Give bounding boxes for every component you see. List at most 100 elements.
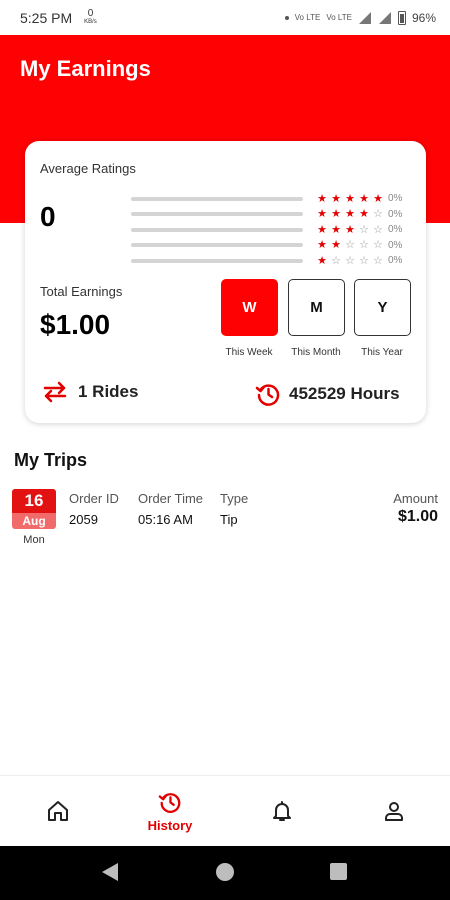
- signal-1-icon: [358, 11, 371, 24]
- total-earnings-label: Total Earnings: [40, 284, 123, 299]
- page-title: My Earnings: [20, 56, 151, 81]
- star-empty-icon: ☆: [331, 254, 341, 267]
- order-id-value: 2059: [69, 512, 98, 527]
- rating-row: ★ ★ ★ ☆ ☆ 0%: [131, 222, 411, 238]
- profile-icon: [385, 802, 403, 821]
- rating-percent: 0%: [388, 193, 403, 205]
- notification-dot-icon: [284, 15, 289, 20]
- star-rating-icons: ★ ★ ★ ☆ ☆: [315, 224, 387, 236]
- order-time-label: Order Time: [138, 491, 204, 506]
- star-filled-icon: ★: [331, 223, 341, 236]
- status-bar: 5:25 PM 0 KB/s Vo LTE Vo LTE 96%: [0, 0, 450, 35]
- star-empty-icon: ☆: [359, 239, 369, 252]
- rating-row: ★ ★ ★ ★ ☆ 0%: [131, 207, 411, 223]
- order-id-column: Order ID 2059: [69, 491, 119, 527]
- rating-percent: 0%: [388, 255, 403, 267]
- rating-bar: [131, 227, 303, 232]
- order-time-value: 05:16 AM: [138, 512, 193, 527]
- data-rate-value: 0: [87, 7, 94, 19]
- signal-2-icon: [378, 11, 391, 24]
- hours-summary: 452529 Hours: [255, 381, 400, 407]
- star-filled-icon: ★: [345, 208, 355, 221]
- rating-breakdown: ★ ★ ★ ★ ★ 0% ★ ★ ★ ★ ☆ 0% ★ ★ ★ ☆ ☆ 0% ★ ★ ☆ ☆ ☆ 0% ★ ☆ ☆ ☆ ☆ 0%: [131, 191, 411, 269]
- star-empty-icon: ☆: [345, 239, 355, 252]
- rating-bar: [131, 212, 303, 217]
- rating-percent: 0%: [388, 224, 403, 236]
- trip-date-weekday: Mon: [23, 534, 45, 546]
- star-filled-icon: ★: [345, 223, 355, 236]
- star-empty-icon: ☆: [359, 254, 369, 267]
- star-filled-icon: ★: [331, 239, 341, 252]
- status-time: 5:25 PM: [20, 9, 73, 26]
- star-filled-icon: ★: [359, 208, 369, 221]
- amount-column: Amount $1.00: [393, 491, 438, 526]
- star-filled-icon: ★: [317, 239, 327, 252]
- rating-row: ★ ★ ★ ★ ★ 0%: [131, 191, 411, 207]
- period-week-label: This Week: [225, 347, 273, 358]
- system-navigation-bar: [0, 846, 450, 900]
- rating-row: ★ ★ ☆ ☆ ☆ 0%: [131, 238, 411, 254]
- average-ratings-label: Average Ratings: [40, 161, 136, 176]
- nav-home-button[interactable]: [38, 776, 78, 846]
- volte-1-icon: Vo LTE: [294, 12, 321, 22]
- rating-bar: [131, 196, 303, 201]
- star-filled-icon: ★: [331, 208, 341, 221]
- star-rating-icons: ★ ★ ★ ★ ★: [315, 193, 387, 205]
- type-value: Tip: [220, 512, 238, 527]
- star-empty-icon: ☆: [373, 239, 383, 252]
- rides-count: 1 Rides: [78, 382, 139, 401]
- battery-percent: 96%: [411, 10, 436, 25]
- home-circle-icon[interactable]: [216, 863, 234, 881]
- period-year-button[interactable]: Y: [354, 279, 411, 336]
- rating-bar: [131, 258, 303, 263]
- trip-date-day: 16: [12, 489, 56, 513]
- rating-row: ★ ☆ ☆ ☆ ☆ 0%: [131, 253, 411, 269]
- swap-arrows-icon: [43, 381, 67, 403]
- bell-icon: [273, 801, 291, 821]
- data-rate-unit: KB/s: [84, 18, 97, 25]
- nav-profile-button[interactable]: [374, 776, 414, 846]
- nav-history-label: History: [147, 817, 193, 833]
- order-id-label: Order ID: [69, 491, 119, 506]
- star-empty-icon: ☆: [373, 254, 383, 267]
- rides-summary: 1 Rides: [42, 381, 138, 403]
- period-week-button[interactable]: W: [221, 279, 278, 336]
- star-empty-icon: ☆: [373, 223, 383, 236]
- star-filled-icon: ★: [359, 192, 369, 205]
- star-filled-icon: ★: [317, 254, 327, 267]
- nav-notifications-button[interactable]: [262, 776, 302, 846]
- earnings-card: Average Ratings 0 ★ ★ ★ ★ ★ 0% ★ ★ ★ ★ ☆ 0% ★ ★ ★ ☆ ☆ 0% ★…: [25, 141, 426, 423]
- star-filled-icon: ★: [317, 192, 327, 205]
- star-rating-icons: ★ ★ ★ ★ ☆: [315, 208, 387, 220]
- hours-total: 452529 Hours: [289, 384, 400, 403]
- trip-date-month: Aug: [12, 513, 56, 529]
- type-label: Type: [220, 491, 249, 506]
- rating-bar: [131, 243, 303, 248]
- history-icon: [158, 792, 181, 813]
- rating-percent: 0%: [388, 239, 403, 251]
- home-icon: [48, 801, 68, 821]
- status-icons: Vo LTE Vo LTE 96%: [284, 10, 436, 25]
- bottom-navigation: History: [0, 775, 450, 845]
- star-empty-icon: ☆: [373, 208, 383, 221]
- star-filled-icon: ★: [345, 192, 355, 205]
- battery-icon: [397, 10, 406, 25]
- recent-apps-icon[interactable]: [330, 863, 347, 880]
- data-rate-indicator: 0 KB/s: [84, 7, 97, 26]
- amount-value: $1.00: [397, 508, 438, 525]
- trip-list-item[interactable]: 16 Aug Mon Order ID 2059 Order Time 05:1…: [0, 486, 450, 551]
- type-column: Type Tip: [220, 491, 248, 527]
- trip-date-badge: 16 Aug: [12, 489, 56, 529]
- volte-2-icon: Vo LTE: [326, 12, 352, 22]
- period-month-button[interactable]: M: [288, 279, 345, 336]
- nav-history-button[interactable]: History: [130, 776, 210, 846]
- star-rating-icons: ★ ☆ ☆ ☆ ☆: [315, 255, 387, 267]
- star-filled-icon: ★: [317, 223, 327, 236]
- order-time-column: Order Time 05:16 AM: [138, 491, 203, 527]
- average-rating-value: 0: [40, 201, 56, 232]
- rating-percent: 0%: [388, 208, 403, 220]
- period-year-label: This Year: [361, 347, 403, 358]
- total-earnings-value: $1.00: [40, 309, 111, 340]
- star-filled-icon: ★: [331, 192, 341, 205]
- back-icon[interactable]: [102, 863, 118, 881]
